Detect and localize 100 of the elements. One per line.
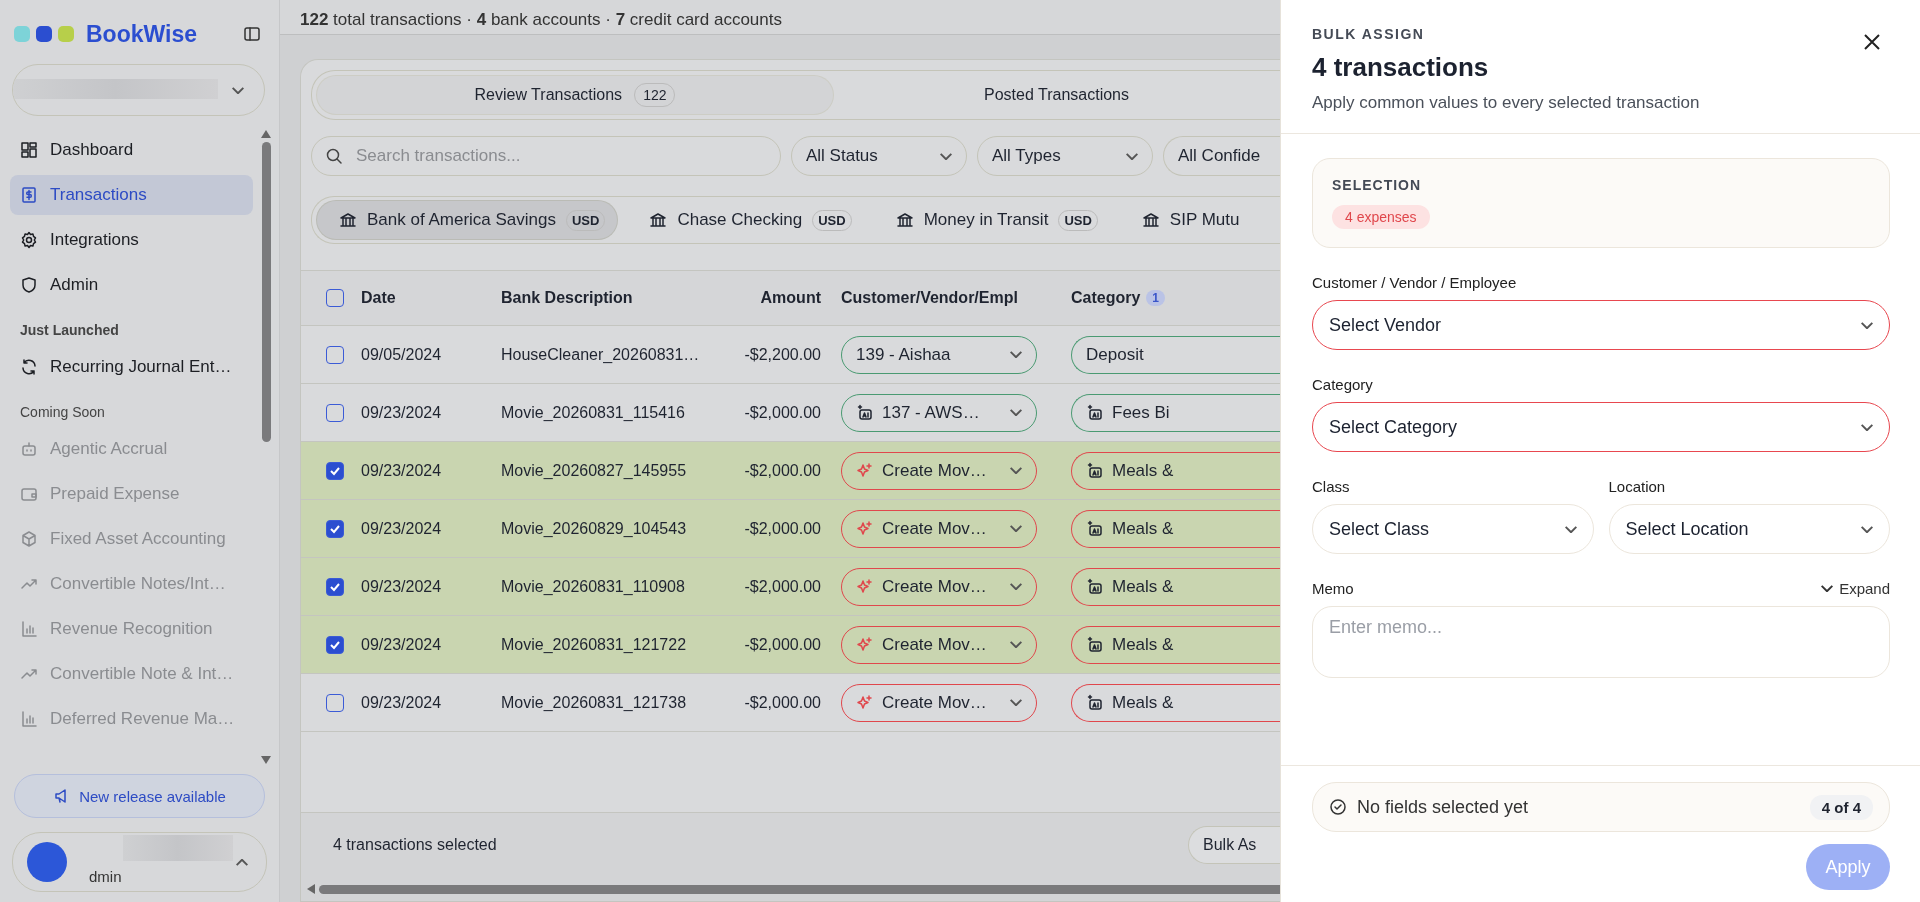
field-label: Location <box>1608 478 1667 495</box>
shield-icon <box>20 276 38 294</box>
column-header[interactable]: Amount <box>721 289 841 307</box>
sidebar-toggle-icon <box>243 25 261 43</box>
table-row[interactable]: 09/23/2024 Movie_20260827_145955 -$2,000.00 Create Mov… Meals & <box>301 442 1280 500</box>
selection-count: 4 transactions selected <box>333 836 497 854</box>
column-header[interactable]: Date <box>361 289 501 307</box>
table-cell-text: Movie_20260831_110908 <box>501 577 686 596</box>
select-dropdown[interactable]: Select Vendor <box>1312 300 1890 350</box>
table-row[interactable]: 09/23/2024 Movie_20260831_110908 -$2,000.00 Create Mov… Meals & <box>301 558 1280 616</box>
select-dropdown[interactable]: Select Category <box>1312 402 1890 452</box>
row-checkbox[interactable] <box>326 345 344 364</box>
field-label: Memo <box>1312 580 1354 597</box>
table-cell-text: 09/23/2024 <box>361 693 443 712</box>
row-checkbox[interactable] <box>326 403 344 422</box>
dollar-receipt-icon <box>20 186 38 204</box>
table-row[interactable]: 09/23/2024 Movie_20260829_104543 -$2,000.00 Create Mov… Meals & <box>301 500 1280 558</box>
table-cell-text: Movie_20260829_104543 <box>501 519 688 538</box>
user-card[interactable]: dmin <box>12 832 267 892</box>
account-tab[interactable]: Bank of America Savings USD <box>317 201 618 239</box>
nav-item[interactable]: Recurring Journal Ent… <box>10 347 253 387</box>
avatar <box>27 842 67 882</box>
sparkle-box-icon <box>1086 577 1104 596</box>
chevron-up-icon <box>236 858 248 866</box>
table-row[interactable]: 09/05/2024 HouseCleaner_20260831… -$2,200.00 139 - Aishaa Deposit <box>301 326 1280 384</box>
count-badge: 1 <box>1146 290 1166 306</box>
sparkle-box-icon <box>856 403 874 422</box>
table-cell-text: 09/23/2024 <box>361 577 443 596</box>
release-button[interactable]: New release available <box>14 774 265 818</box>
view-tab[interactable]: Posted Transactions <box>833 76 1280 114</box>
row-checkbox[interactable] <box>326 461 344 480</box>
nav-item[interactable]: Transactions <box>10 175 253 215</box>
table-cell-text: 09/05/2024 <box>361 345 443 364</box>
row-checkbox[interactable] <box>326 519 344 538</box>
bar-chart-icon <box>20 620 38 638</box>
nav-item[interactable]: Admin <box>10 265 253 305</box>
sparkle-box-icon <box>1086 519 1104 538</box>
chevron-down-icon <box>1861 525 1873 533</box>
table-cell-text: 09/23/2024 <box>361 519 443 538</box>
row-checkbox[interactable] <box>326 635 344 654</box>
row-checkbox[interactable] <box>326 693 344 712</box>
column-header[interactable]: Category <box>1071 289 1141 307</box>
robot-icon <box>20 440 38 458</box>
column-header[interactable]: Bank Description <box>501 289 721 307</box>
select-all-checkbox[interactable] <box>326 289 344 307</box>
chevron-down-icon <box>1010 409 1022 416</box>
account-tab[interactable]: Money in Transit USD <box>873 201 1110 239</box>
table-cell-text: -$2,000.00 <box>743 635 822 654</box>
sparkle-icon <box>856 635 874 654</box>
expand-button[interactable]: Expand <box>1821 580 1890 597</box>
count-badge: 4 of 4 <box>1809 794 1873 820</box>
search-icon <box>325 147 343 165</box>
bulk-assign-button[interactable]: Bulk As <box>1188 826 1280 864</box>
sparkle-icon <box>856 693 874 712</box>
refresh-icon <box>20 358 38 376</box>
table-cell-text: 09/23/2024 <box>361 635 443 654</box>
bank-icon <box>1141 211 1160 229</box>
table-cell-text: -$2,200.00 <box>743 345 822 364</box>
table-cell-text: -$2,000.00 <box>743 577 822 596</box>
wallet-icon <box>20 485 38 503</box>
table-cell-text: HouseCleaner_20260831… <box>501 345 701 364</box>
cube-icon <box>20 530 38 548</box>
scroll-up-icon <box>261 130 271 138</box>
account-tab[interactable]: Chase Checking USD <box>627 201 864 239</box>
scroll-left-icon <box>307 884 315 894</box>
table-cell-text: 09/23/2024 <box>361 403 443 422</box>
chevron-down-icon <box>1010 525 1022 532</box>
scrollbar[interactable] <box>261 130 271 764</box>
section-heading: Just Launched <box>19 321 120 340</box>
table-cell-text: -$2,000.00 <box>743 519 822 538</box>
table-cell-text: -$2,000.00 <box>743 461 822 480</box>
user-role: dmin <box>89 868 122 885</box>
chevron-down-icon <box>1010 641 1022 648</box>
memo-field[interactable]: Enter memo... <box>1312 606 1890 678</box>
sparkle-icon <box>856 519 874 538</box>
bank-icon <box>649 211 668 229</box>
select-dropdown[interactable]: Select Class <box>1312 504 1594 554</box>
select-dropdown[interactable]: Select Location <box>1608 504 1890 554</box>
column-header[interactable]: Customer/Vendor/Empl <box>841 289 1071 307</box>
table-row[interactable]: 09/23/2024 Movie_20260831_121722 -$2,000.00 Create Mov… Meals & <box>301 616 1280 674</box>
table-cell-text: Movie_20260827_145955 <box>501 461 688 480</box>
chevron-down-icon <box>1861 321 1873 329</box>
table-cell-text: 09/23/2024 <box>361 461 443 480</box>
table-row[interactable]: 09/23/2024 Movie_20260831_121738 -$2,000.00 Create Mov… Meals & <box>301 674 1280 732</box>
row-checkbox[interactable] <box>326 577 344 596</box>
view-tab[interactable]: Review Transactions 122 <box>317 76 833 114</box>
chevron-down-icon <box>940 152 952 160</box>
check-circle-icon <box>1329 798 1347 816</box>
panel-title: 4 transactions <box>1312 52 1490 83</box>
horizontal-scrollbar[interactable] <box>301 877 1280 901</box>
table-cell-text: -$2,000.00 <box>743 403 822 422</box>
settings-icon <box>20 231 38 249</box>
bank-icon <box>339 211 357 229</box>
panel-eyebrow: BULK ASSIGN <box>1312 26 1426 42</box>
nav-item[interactable]: Dashboard <box>10 130 253 170</box>
summary-text: 122 total transactions · 4 bank accounts · 7 credit card accounts <box>300 10 782 30</box>
search-field[interactable]: Search transactions... <box>311 136 781 176</box>
status-text: No fields selected yet <box>1357 796 1530 818</box>
nav-item[interactable]: Integrations <box>10 220 253 260</box>
account-tab[interactable]: SIP Mutu <box>1119 201 1252 239</box>
